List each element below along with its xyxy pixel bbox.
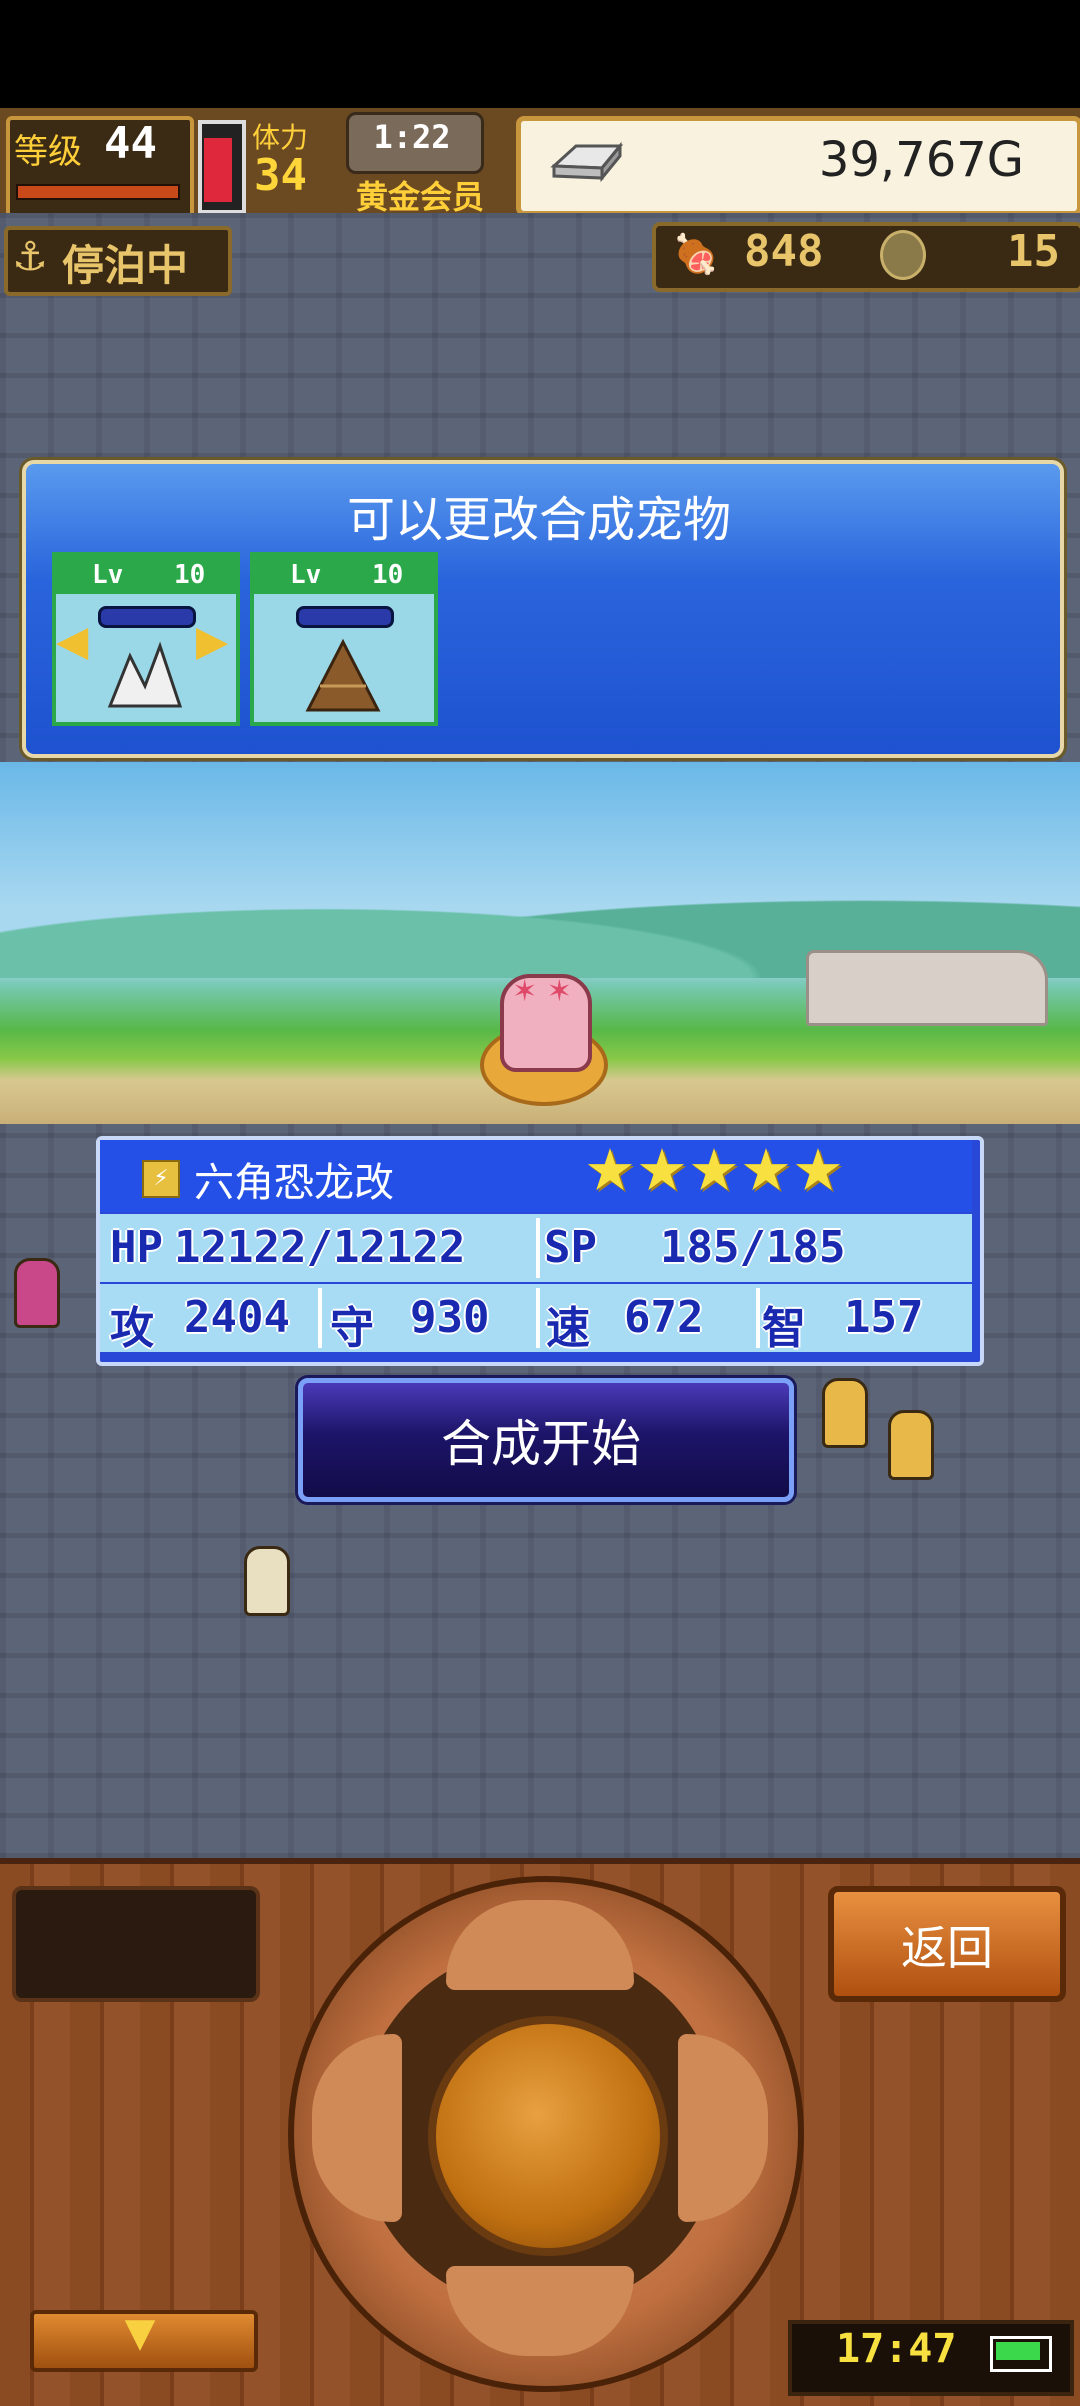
attack-label: 攻 [110, 1303, 154, 1354]
gold-bar-icon [550, 141, 624, 182]
intelligence-label: 智 [762, 1303, 806, 1354]
timer-value: 1:22 [373, 118, 451, 156]
anchor-icon: ⚓ [12, 234, 48, 280]
pet-sprite-icon [107, 641, 183, 708]
experience-bar [16, 184, 180, 200]
membership-label: 黄金会员 [356, 178, 485, 216]
defense-value: 930 [410, 1292, 490, 1343]
medal-icon [880, 230, 926, 280]
hp-value: 12122/12122 [174, 1222, 466, 1273]
clock-value: 17:47 [836, 2326, 957, 2372]
next-pet-arrow-icon[interactable]: ▶ [196, 616, 228, 665]
food-value: 848 [744, 226, 824, 277]
pet-card-header: Lv 10 [254, 556, 434, 594]
star-icon: ★ [792, 1136, 844, 1204]
gold-value: 39,767G [818, 132, 1024, 188]
sp-value: 185/185 [660, 1222, 846, 1273]
npc-villager[interactable] [14, 1258, 60, 1328]
stat-divider [756, 1288, 760, 1348]
battery-level [996, 2342, 1040, 2360]
level-value: 44 [104, 118, 157, 169]
mini-screen [12, 1886, 260, 2002]
chevron-down-icon: ▼ [124, 2310, 156, 2356]
star-icon: ★ [688, 1136, 740, 1204]
pet-level-label: Lv [92, 560, 124, 590]
scene-rocks [806, 950, 1048, 1026]
npc-villager[interactable] [822, 1378, 868, 1448]
action-button[interactable] [428, 2016, 668, 2256]
element-icon: ⚡ [142, 1160, 180, 1198]
pet-card-header: Lv 10 [56, 556, 236, 594]
pet-level-value: 10 [174, 560, 206, 590]
pet-hp-bar [296, 606, 394, 628]
attack-value: 2404 [184, 1292, 290, 1343]
pet-name: 六角恐龙改 [194, 1160, 394, 1206]
star-icon: ★ [584, 1136, 636, 1204]
meat-icon: 🍖 [672, 232, 720, 276]
back-label: 返回 [901, 1921, 993, 1975]
stamina-value: 34 [254, 150, 307, 201]
stat-divider [318, 1288, 322, 1348]
rarity-stars: ★★★★★ [584, 1136, 844, 1204]
stat-divider [536, 1288, 540, 1348]
star-icon: ★ [636, 1136, 688, 1204]
star-icon: ★ [740, 1136, 792, 1204]
previous-pet-arrow-icon[interactable]: ◀ [56, 616, 88, 665]
pet-level-value: 10 [372, 560, 404, 590]
defense-label: 守 [330, 1303, 374, 1354]
stamina-gauge-fill [204, 138, 232, 202]
pet-sprite-icon [305, 638, 381, 712]
stat-divider [536, 1218, 540, 1278]
sp-label: SP [544, 1222, 597, 1273]
speed-label: 速 [546, 1303, 590, 1354]
axolotl-gills-icon: ✶ ✶ [512, 974, 572, 1009]
pet-panel-title: 可以更改合成宠物 [346, 492, 731, 548]
pet-level-label: Lv [290, 560, 322, 590]
pet-card[interactable]: Lv 10 [250, 552, 438, 726]
level-label: 等级 [14, 132, 82, 172]
pet-hp-bar [98, 606, 196, 628]
start-synthesis-label: 合成开始 [441, 1415, 641, 1473]
npc-villager[interactable] [888, 1410, 934, 1480]
status-bar [0, 0, 1080, 108]
intelligence-value: 157 [844, 1292, 924, 1343]
npc-villager[interactable] [244, 1546, 290, 1616]
docked-label: 停泊中 [62, 241, 189, 290]
hp-label: HP [110, 1222, 163, 1273]
medal-value: 15 [1007, 226, 1060, 277]
speed-value: 672 [624, 1292, 704, 1343]
